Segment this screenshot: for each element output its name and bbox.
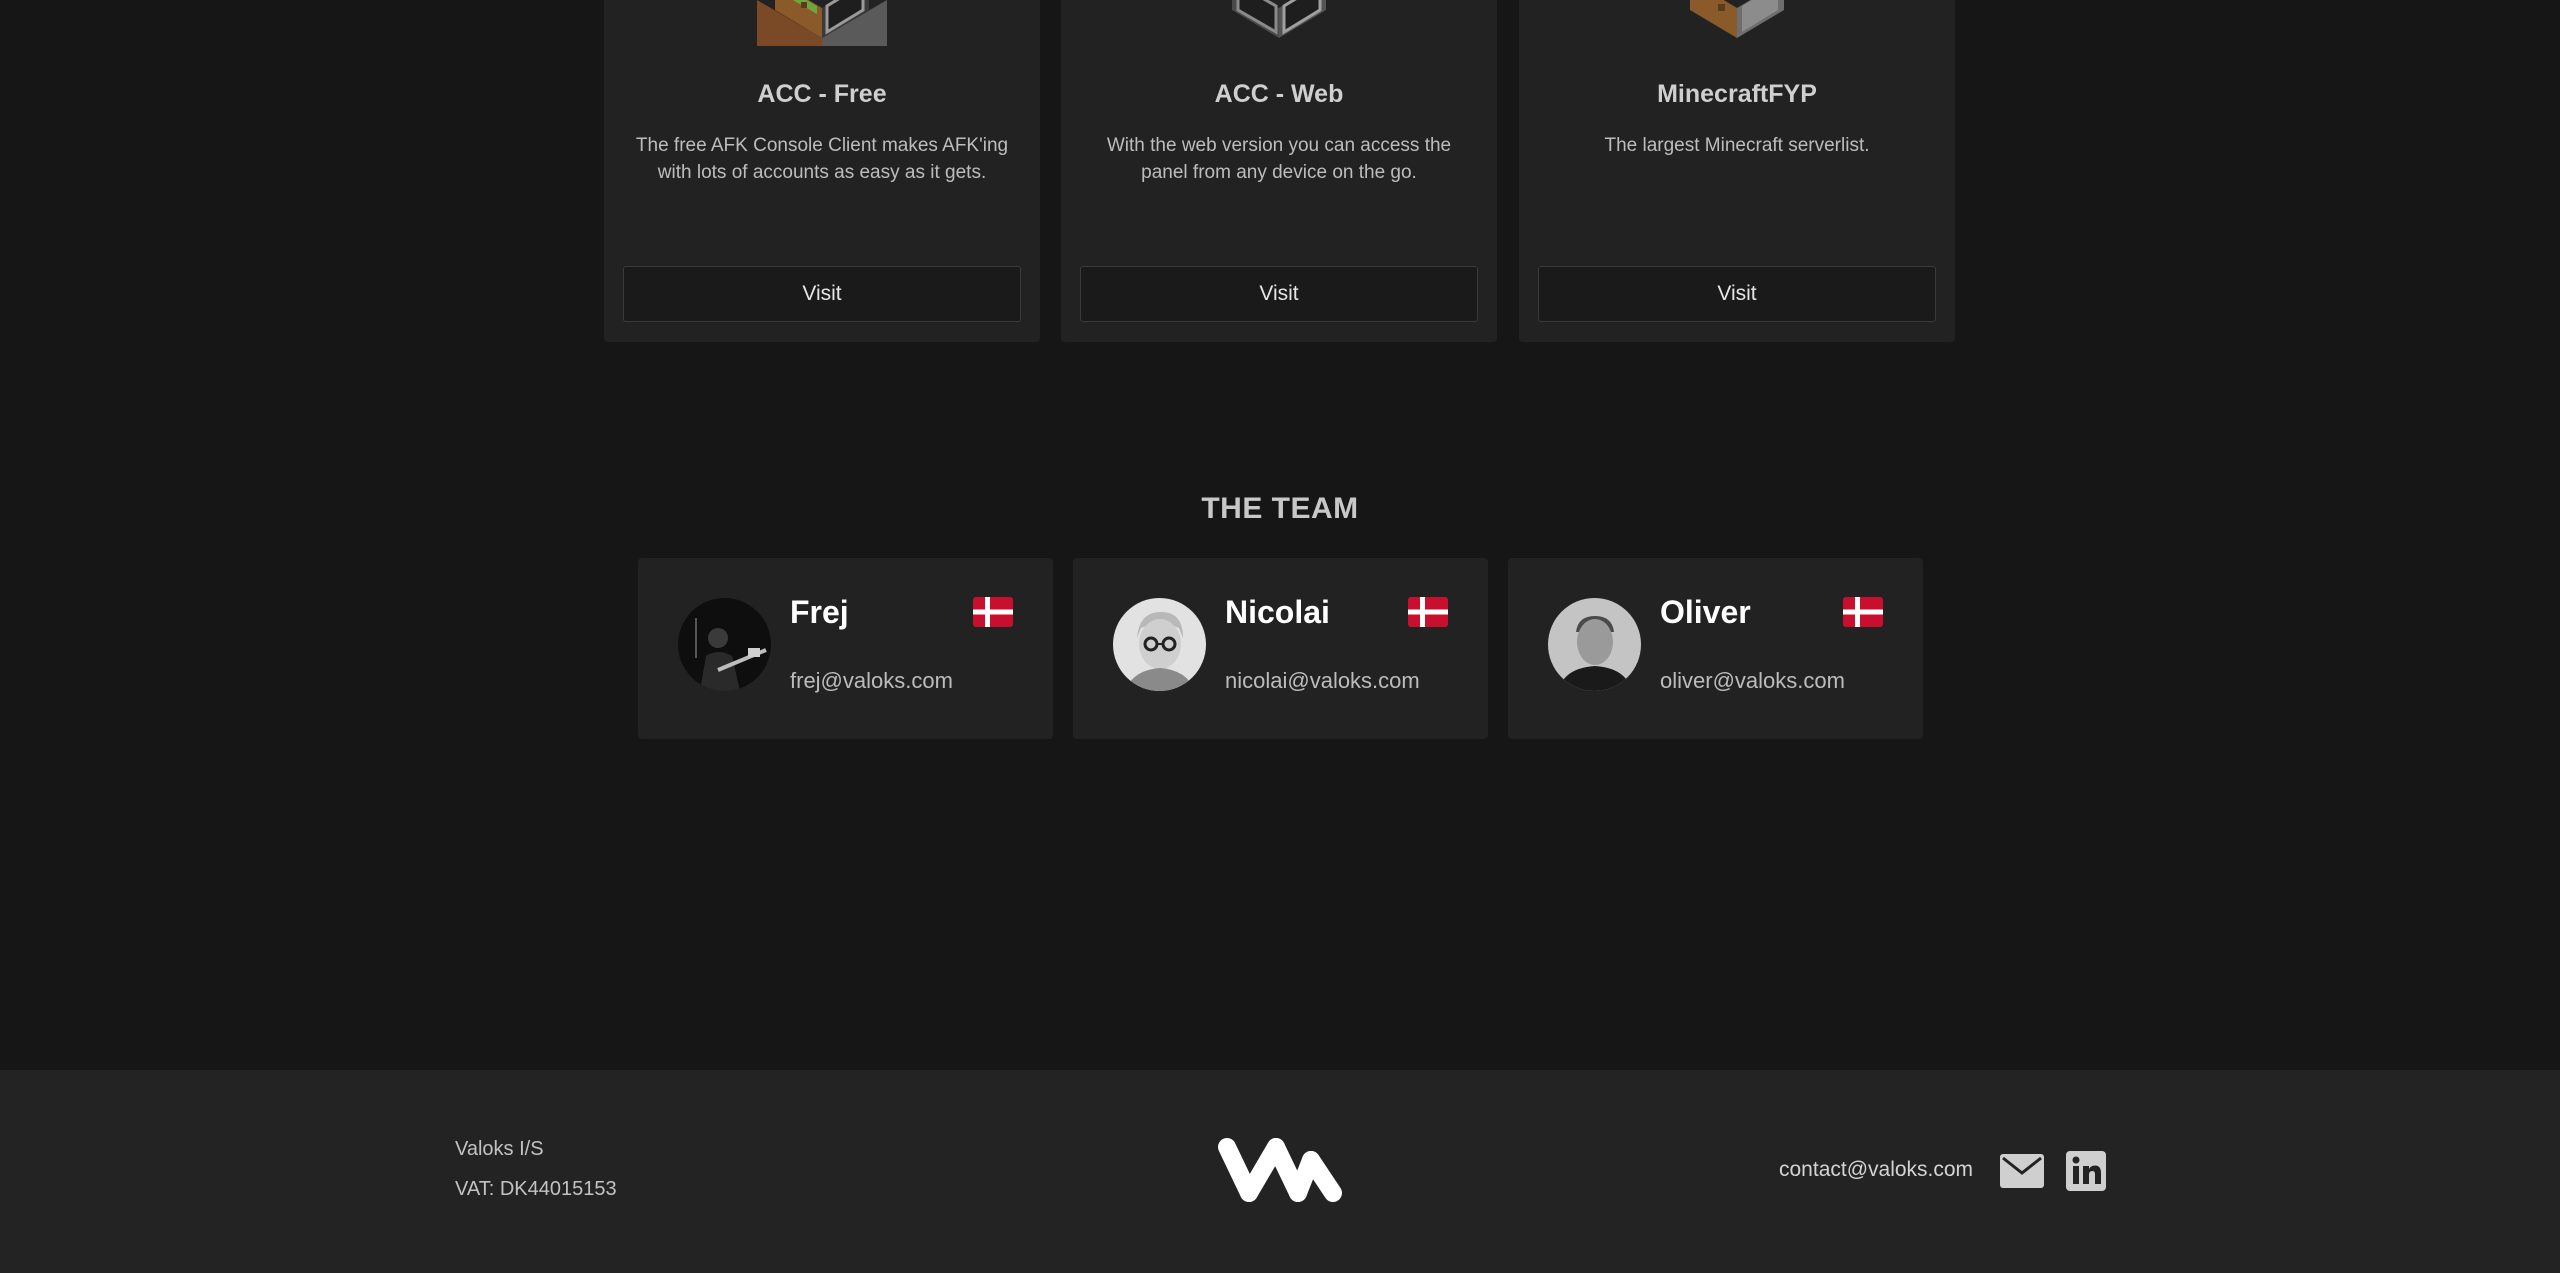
- page: ACC - Free The free AFK Console Client m…: [0, 0, 2560, 1273]
- visit-button[interactable]: Visit: [623, 266, 1021, 322]
- product-card-acc-free: ACC - Free The free AFK Console Client m…: [604, 0, 1040, 342]
- product-description: The largest Minecraft serverlist.: [1604, 135, 1870, 156]
- valoks-logo: [1218, 1138, 1342, 1202]
- contact-email-link[interactable]: contact@valoks.com: [1779, 1158, 1973, 1182]
- mail-icon[interactable]: [2000, 1154, 2044, 1188]
- denmark-flag-icon: [1408, 597, 1448, 627]
- member-name: Nicolai: [1225, 594, 1330, 630]
- team-member-card: Frej frej@valoks.com: [638, 558, 1053, 739]
- product-title: MinecraftFYP: [1657, 80, 1817, 108]
- product-description: The free AFK Console Client makes AFK'in…: [635, 135, 1009, 183]
- member-name: Frej: [790, 594, 849, 630]
- team-heading: THE TEAM: [1201, 492, 1359, 525]
- product-title: ACC - Free: [757, 80, 887, 108]
- member-email[interactable]: frej@valoks.com: [790, 668, 953, 694]
- avatar: [1548, 598, 1641, 691]
- product-title: ACC - Web: [1214, 80, 1344, 108]
- product-card-acc-web: ACC - Web With the web version you can a…: [1061, 0, 1497, 342]
- member-email[interactable]: oliver@valoks.com: [1660, 668, 1845, 694]
- avatar: [678, 598, 771, 691]
- vat-number: VAT: DK44015153: [455, 1178, 617, 1200]
- team-member-card: Oliver oliver@valoks.com: [1508, 558, 1923, 739]
- avatar: [1113, 598, 1206, 691]
- team-member-card: Nicolai nicolai@valoks.com: [1073, 558, 1488, 739]
- product-card-minecraftfyp: MinecraftFYP The largest Minecraft serve…: [1519, 0, 1955, 342]
- denmark-flag-icon: [1843, 597, 1883, 627]
- dirt-block-icon: [757, 0, 887, 46]
- member-name: Oliver: [1660, 594, 1751, 630]
- footer: Valoks I/S VAT: DK44015153 contact@valok…: [0, 1070, 2560, 1273]
- company-name: Valoks I/S: [455, 1138, 544, 1160]
- dirt-block-icon: [1690, 0, 1784, 38]
- stone-block-icon: [1232, 0, 1326, 38]
- product-description: With the web version you can access the …: [1106, 135, 1452, 183]
- visit-button[interactable]: Visit: [1080, 266, 1478, 322]
- linkedin-icon[interactable]: [2066, 1151, 2106, 1191]
- denmark-flag-icon: [973, 597, 1013, 627]
- visit-button[interactable]: Visit: [1538, 266, 1936, 322]
- member-email[interactable]: nicolai@valoks.com: [1225, 668, 1420, 694]
